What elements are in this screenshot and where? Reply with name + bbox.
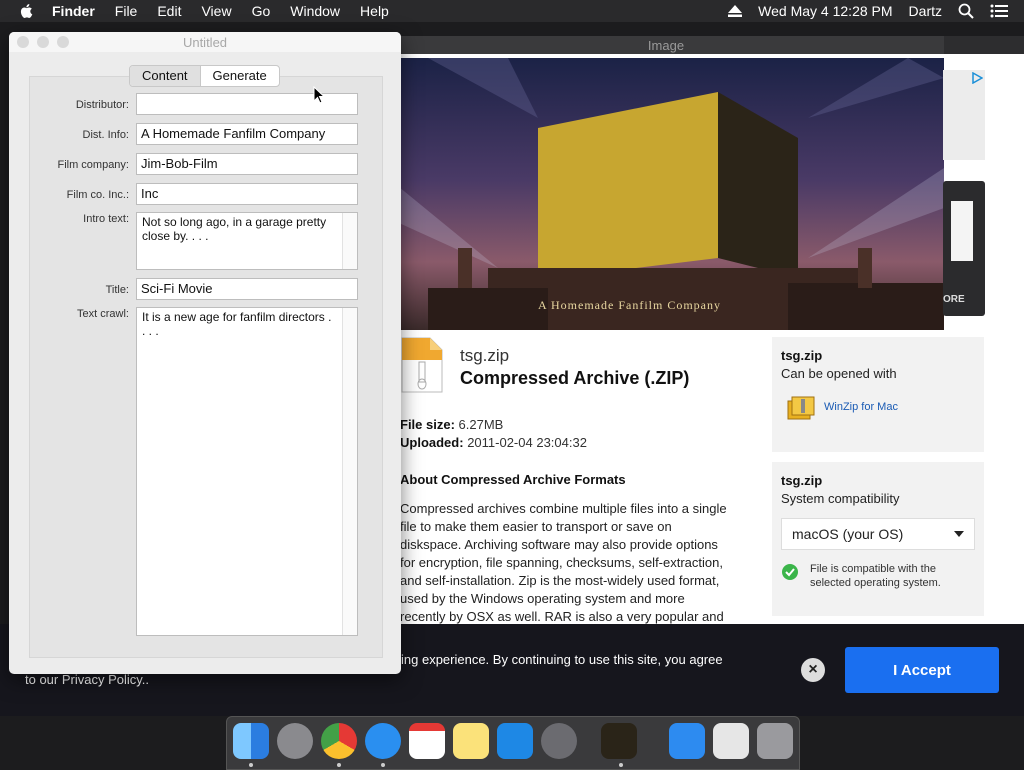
close-icon[interactable]: × xyxy=(801,658,825,682)
title-label: Title: xyxy=(105,284,129,296)
film-inc-label: Film co. Inc.: xyxy=(66,189,129,201)
menu-file[interactable]: File xyxy=(115,3,138,19)
intro-text-area[interactable]: Not so long ago, in a garage pretty clos… xyxy=(136,212,358,270)
mouse-cursor-icon xyxy=(313,86,325,104)
finder-icon[interactable] xyxy=(233,723,269,759)
dist-info-label: Dist. Info: xyxy=(82,129,129,141)
menu-window[interactable]: Window xyxy=(290,3,340,19)
film-company-field[interactable]: Jim-Bob-Film xyxy=(136,153,358,175)
cookie-text-line1: ing experience. By continuing to use thi… xyxy=(401,652,723,667)
cookie-text-line2: to our Privacy Policy.. xyxy=(25,672,150,687)
app-store-folder-icon[interactable] xyxy=(669,723,705,759)
web-page: A Homemade Fanfilm Company ORE tsg.zip C… xyxy=(388,54,1024,634)
dist-info-value: A Homemade Fanfilm Company xyxy=(141,126,326,141)
notification-center-icon[interactable] xyxy=(990,4,1008,18)
file-uploaded: Uploaded: 2011-02-04 23:04:32 xyxy=(400,435,587,450)
background-window-title: Image xyxy=(647,38,685,53)
file-type: Compressed Archive (.ZIP) xyxy=(460,368,690,388)
film-inc-field[interactable]: Inc xyxy=(136,183,358,205)
distributor-label: Distributor: xyxy=(75,99,129,111)
spotlight-search-icon[interactable] xyxy=(958,3,974,19)
dock-indicator xyxy=(249,763,253,767)
trash-icon[interactable] xyxy=(757,723,793,759)
menu-help[interactable]: Help xyxy=(360,3,389,19)
ad-more-label[interactable]: ORE xyxy=(943,294,965,305)
text-crawl-scrollbar[interactable] xyxy=(342,308,357,635)
menu-finder[interactable]: Finder xyxy=(52,3,95,19)
about-heading: About Compressed Archive Formats xyxy=(400,472,626,487)
tab-bar: Content Generate xyxy=(129,65,280,87)
chrome-icon[interactable] xyxy=(321,723,357,759)
compat-subtitle: System compatibility xyxy=(781,491,900,506)
file-size: File size: 6.27MB xyxy=(400,417,503,432)
hero-illustration xyxy=(388,58,944,330)
about-text: Compressed archives combine multiple fil… xyxy=(400,501,727,624)
ad-thumbnail[interactable] xyxy=(943,70,985,160)
browser-toolbar-strip xyxy=(944,36,1024,56)
open-with-subtitle: Can be opened with xyxy=(781,366,897,381)
zip-file-icon xyxy=(401,337,443,393)
menubar-user[interactable]: Dartz xyxy=(909,3,942,19)
hero-caption: A Homemade Fanfilm Company xyxy=(538,298,721,312)
text-crawl-area[interactable]: It is a new age for fanfilm directors . … xyxy=(136,307,358,636)
chevron-down-icon xyxy=(954,531,964,537)
menu-edit[interactable]: Edit xyxy=(157,3,181,19)
menubar-clock[interactable]: Wed May 4 12:28 PM xyxy=(758,3,892,19)
open-with-filename: tsg.zip xyxy=(781,348,823,363)
fanfilm-app-icon[interactable] xyxy=(601,723,637,759)
compatibility-card: tsg.zip System compatibility macOS (your… xyxy=(772,462,984,616)
accept-button[interactable]: I Accept xyxy=(845,647,999,693)
eject-icon[interactable] xyxy=(728,5,743,17)
ad-input-box xyxy=(951,201,973,261)
film-company-value: Jim-Bob-Film xyxy=(141,156,218,171)
untitled-window: Untitled Content Generate Distributor: D… xyxy=(9,32,401,674)
menu-bar: Finder File Edit View Go Window Help Wed… xyxy=(0,0,1024,22)
intro-text-label: Intro text: xyxy=(83,213,129,225)
open-with-card: tsg.zip Can be opened with WinZip for Ma… xyxy=(772,337,984,452)
os-select[interactable]: macOS (your OS) xyxy=(781,518,975,550)
window-titlebar[interactable]: Untitled xyxy=(9,32,401,52)
intro-scrollbar[interactable] xyxy=(342,213,357,269)
calendar-icon[interactable] xyxy=(409,723,445,759)
dock-indicator xyxy=(619,763,623,767)
title-field[interactable]: Sci-Fi Movie xyxy=(136,278,358,300)
ad-choices-icon[interactable] xyxy=(971,72,983,84)
file-size-label: File size: xyxy=(400,417,455,432)
dock xyxy=(226,716,800,770)
menu-view[interactable]: View xyxy=(201,3,231,19)
file-uploaded-value: 2011-02-04 23:04:32 xyxy=(467,435,587,450)
os-select-value: macOS (your OS) xyxy=(792,526,904,542)
winzip-link[interactable]: WinZip for Mac xyxy=(824,401,898,413)
ad-banner[interactable]: ORE xyxy=(943,181,985,316)
compat-filename: tsg.zip xyxy=(781,473,823,488)
file-uploaded-label: Uploaded: xyxy=(400,435,464,450)
window-title: Untitled xyxy=(182,35,228,50)
background-window-titlebar[interactable]: Image xyxy=(388,36,944,54)
app-store-icon[interactable] xyxy=(497,723,533,759)
dock-indicator xyxy=(337,763,341,767)
text-crawl-value: It is a new age for fanfilm directors . … xyxy=(142,310,332,338)
text-crawl-label: Text crawl: xyxy=(77,308,129,320)
document-icon[interactable] xyxy=(713,723,749,759)
menu-go[interactable]: Go xyxy=(252,3,271,19)
hero-image: A Homemade Fanfilm Company xyxy=(388,58,944,330)
file-size-value: 6.27MB xyxy=(458,417,504,432)
checkmark-icon xyxy=(782,564,798,580)
system-preferences-icon[interactable] xyxy=(541,723,577,759)
apple-icon[interactable] xyxy=(18,2,36,20)
dist-info-field[interactable]: A Homemade Fanfilm Company xyxy=(136,123,358,145)
tab-content[interactable]: Content xyxy=(130,66,201,86)
film-company-label: Film company: xyxy=(57,159,129,171)
winzip-app-icon[interactable] xyxy=(786,395,816,423)
title-value: Sci-Fi Movie xyxy=(141,281,213,296)
tab-generate[interactable]: Generate xyxy=(201,66,279,86)
launchpad-icon[interactable] xyxy=(277,723,313,759)
dock-indicator xyxy=(381,763,385,767)
safari-icon[interactable] xyxy=(365,723,401,759)
compat-note: File is compatible with the selected ope… xyxy=(810,563,941,589)
film-inc-value: Inc xyxy=(141,186,159,201)
file-name: tsg.zip xyxy=(460,346,510,365)
intro-text-value: Not so long ago, in a garage pretty clos… xyxy=(142,215,327,243)
notes-icon[interactable] xyxy=(453,723,489,759)
